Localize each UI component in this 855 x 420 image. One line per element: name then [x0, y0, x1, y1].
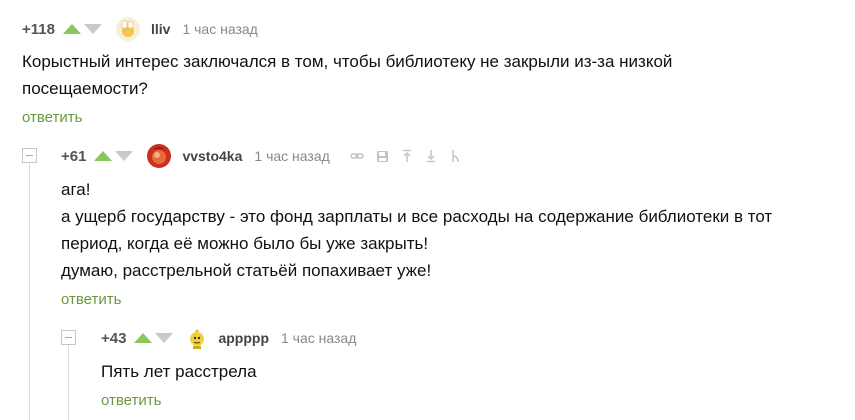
comment-text-line: период, когда её можно было бы уже закры… [61, 234, 429, 253]
comment-time[interactable]: 1 час назад [182, 21, 257, 37]
thread-line-level-1 [29, 160, 30, 420]
avatar[interactable] [187, 326, 208, 350]
comment-text-line: думаю, расстрельной статьёй попахивает у… [61, 261, 432, 280]
comment-text: Пять лет расстрела [101, 358, 801, 385]
comment-time[interactable]: 1 час назад [281, 330, 356, 346]
link-icon[interactable] [350, 149, 364, 163]
collapse-button[interactable] [22, 148, 37, 163]
reply-link[interactable]: ответить [61, 291, 121, 308]
author-name[interactable]: vvsto4ka [182, 148, 242, 164]
reply-link[interactable]: ответить [101, 392, 161, 409]
collapse-button[interactable] [61, 330, 76, 345]
comment-text-line: а ущерб государству - это фонд зарплаты … [61, 207, 773, 226]
comment-rating: +43 [101, 329, 127, 347]
upvote-button[interactable] [62, 24, 81, 34]
upvote-button[interactable] [134, 333, 153, 343]
comment-text-line: ага! [61, 180, 91, 199]
arrow-down-icon[interactable] [425, 149, 437, 163]
branch-icon[interactable] [449, 149, 461, 163]
upvote-button[interactable] [94, 151, 113, 161]
comment-rating: +118 [22, 20, 55, 38]
avatar[interactable] [115, 17, 140, 41]
comment-text: ага! а ущерб государству - это фонд зарп… [61, 176, 841, 284]
comment-time[interactable]: 1 час назад [254, 148, 329, 164]
arrow-up-icon[interactable] [401, 149, 413, 163]
avatar[interactable] [147, 144, 172, 168]
reply-link[interactable]: ответить [22, 109, 82, 126]
downvote-button[interactable] [83, 24, 102, 34]
comment-text: Корыстный интерес заключался в том, чтоб… [22, 48, 822, 102]
author-name[interactable]: lliv [151, 21, 170, 37]
downvote-button[interactable] [155, 333, 174, 343]
comment-rating: +61 [61, 147, 87, 165]
comment-text-line: Корыстный интерес заключался в том, чтоб… [22, 52, 673, 71]
save-icon[interactable] [376, 150, 389, 163]
comment-tools [338, 149, 461, 163]
author-name[interactable]: appppp [218, 330, 269, 346]
comment-text-line: посещаемости? [22, 79, 148, 98]
thread-line-level-2 [68, 343, 69, 420]
downvote-button[interactable] [115, 151, 134, 161]
comment-text-line: Пять лет расстрела [101, 362, 257, 381]
